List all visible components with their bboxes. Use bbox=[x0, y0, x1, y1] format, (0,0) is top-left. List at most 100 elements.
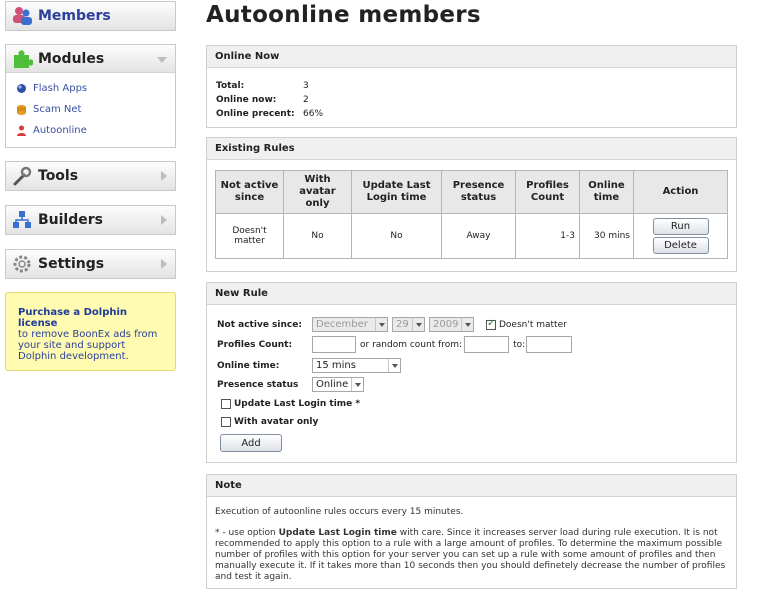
random-count-label: or random count from: bbox=[360, 339, 463, 350]
cell-not-active: Doesn't matter bbox=[215, 213, 284, 259]
existing-rules-panel: Existing Rules Not active since With ava… bbox=[206, 137, 737, 272]
column-header: With avatar only bbox=[283, 170, 352, 214]
rules-table: Not active since With avatar only Update… bbox=[215, 170, 728, 259]
profiles-count-label: Profiles Count: bbox=[217, 339, 293, 350]
sidebar-item-autoonline[interactable]: Autoonline bbox=[6, 120, 175, 141]
profiles-count-input[interactable] bbox=[312, 336, 356, 353]
sidebar-item-label: Flash Apps bbox=[33, 83, 88, 94]
presence-value: Online bbox=[316, 379, 349, 390]
cell-count: 1-3 bbox=[515, 213, 580, 259]
note-prefix: * - use option bbox=[215, 528, 279, 538]
column-header: Action bbox=[633, 170, 728, 214]
presence-status-label: Presence status bbox=[217, 379, 299, 390]
cell-update-login: No bbox=[351, 213, 442, 259]
update-login-checkbox[interactable] bbox=[221, 399, 231, 409]
add-button[interactable]: Add bbox=[220, 434, 282, 452]
chevron-right-icon bbox=[161, 171, 167, 181]
cell-presence: Away bbox=[441, 213, 516, 259]
note-line-1: Execution of autoonline rules occurs eve… bbox=[215, 507, 464, 517]
random-from-input[interactable] bbox=[464, 336, 510, 353]
sidebar-modules: Modules Flash Apps Scam Net Autoonline bbox=[5, 44, 176, 148]
online-time-label: Online time: bbox=[217, 360, 280, 371]
chevron-down-icon bbox=[412, 318, 424, 331]
page-title: Autoonline members bbox=[206, 2, 481, 28]
chevron-down-icon bbox=[351, 378, 363, 391]
autoonline-icon bbox=[17, 125, 26, 136]
chevron-down-icon bbox=[388, 359, 400, 372]
doesnt-matter-label: Doesn't matter bbox=[499, 319, 567, 330]
day-value: 29 bbox=[396, 319, 409, 330]
sidebar-item-flash-apps[interactable]: Flash Apps bbox=[6, 78, 175, 99]
chevron-down-icon bbox=[461, 318, 473, 331]
existing-rules-header: Existing Rules bbox=[207, 138, 736, 160]
modules-header[interactable]: Modules bbox=[6, 45, 175, 73]
note-paragraph: * - use option Update Last Login time wi… bbox=[215, 528, 727, 583]
run-button[interactable]: Run bbox=[652, 218, 709, 235]
avatar-only-checkbox[interactable] bbox=[221, 417, 231, 427]
online-percent-value: 66% bbox=[303, 109, 324, 119]
cell-online-time: 30 mins bbox=[579, 213, 634, 259]
total-label: Total: bbox=[216, 81, 245, 91]
chevron-right-icon bbox=[161, 259, 167, 269]
delete-button[interactable]: Delete bbox=[652, 237, 709, 254]
license-promo: Purchase a Dolphin license to remove Boo… bbox=[5, 292, 176, 371]
column-header: Not active since bbox=[215, 170, 284, 214]
sidebar-item-label: Autoonline bbox=[33, 125, 87, 136]
gear-icon bbox=[13, 255, 31, 273]
note-header: Note bbox=[207, 475, 736, 497]
day-select[interactable]: 29 bbox=[392, 317, 425, 332]
to-label: to: bbox=[513, 339, 526, 350]
random-to-input[interactable] bbox=[526, 336, 573, 353]
puzzle-icon bbox=[14, 50, 33, 68]
cell-avatar: No bbox=[283, 213, 352, 259]
sidebar-item-scam-net[interactable]: Scam Net bbox=[6, 99, 175, 120]
scam-net-icon bbox=[17, 105, 26, 115]
avatar-only-label: With avatar only bbox=[234, 417, 319, 427]
column-header: Presence status bbox=[441, 170, 516, 214]
note-bold: Update Last Login time bbox=[278, 528, 397, 538]
column-header: Update Last Login time bbox=[351, 170, 442, 214]
online-now-label: Online now: bbox=[216, 95, 277, 105]
modules-label: Modules bbox=[38, 50, 105, 67]
chevron-down-icon bbox=[157, 57, 167, 63]
wrench-icon bbox=[13, 166, 32, 186]
cell-action: Run Delete bbox=[633, 213, 728, 259]
sidebar-item-label: Scam Net bbox=[33, 104, 82, 115]
online-time-value: 15 mins bbox=[316, 360, 356, 371]
new-rule-panel: New Rule Not active since: December 29 2… bbox=[206, 282, 737, 463]
total-value: 3 bbox=[303, 81, 309, 91]
not-active-label: Not active since: bbox=[217, 319, 302, 330]
column-header: Online time bbox=[579, 170, 634, 214]
members-icon bbox=[13, 7, 32, 25]
year-select[interactable]: 2009 bbox=[429, 317, 474, 332]
online-percent-label: Online precent: bbox=[216, 109, 295, 119]
doesnt-matter-checkbox[interactable] bbox=[486, 318, 496, 330]
sidebar-tools[interactable]: Tools bbox=[5, 161, 176, 191]
tools-label: Tools bbox=[38, 168, 79, 184]
sidebar-settings[interactable]: Settings bbox=[5, 249, 176, 279]
builders-label: Builders bbox=[38, 212, 103, 228]
promo-link[interactable]: Purchase a Dolphin license bbox=[18, 307, 127, 329]
note-panel: Note Execution of autoonline rules occur… bbox=[206, 474, 737, 589]
presence-select[interactable]: Online bbox=[312, 377, 364, 392]
builders-icon bbox=[13, 211, 31, 228]
online-now-value: 2 bbox=[303, 95, 309, 105]
online-now-header: Online Now bbox=[207, 46, 736, 68]
month-value: December bbox=[316, 319, 368, 330]
new-rule-header: New Rule bbox=[207, 283, 736, 305]
table-row: Doesn't matter No No Away 1-3 30 mins Ru… bbox=[215, 213, 728, 259]
column-header: Profiles Count bbox=[515, 170, 580, 214]
online-now-panel: Online Now Total: 3 Online now: 2 Online… bbox=[206, 45, 737, 128]
sidebar-members[interactable]: Members bbox=[5, 1, 176, 31]
chevron-right-icon bbox=[161, 215, 167, 225]
chevron-down-icon bbox=[375, 318, 387, 331]
month-select[interactable]: December bbox=[312, 317, 388, 332]
online-time-select[interactable]: 15 mins bbox=[312, 358, 401, 373]
promo-text: to remove BoonEx ads from your site and … bbox=[18, 329, 158, 362]
settings-label: Settings bbox=[38, 256, 105, 272]
sidebar-builders[interactable]: Builders bbox=[5, 205, 176, 235]
update-login-label: Update Last Login time * bbox=[234, 399, 361, 409]
year-value: 2009 bbox=[433, 319, 459, 330]
flash-apps-icon bbox=[17, 84, 26, 93]
members-label: Members bbox=[38, 8, 111, 24]
